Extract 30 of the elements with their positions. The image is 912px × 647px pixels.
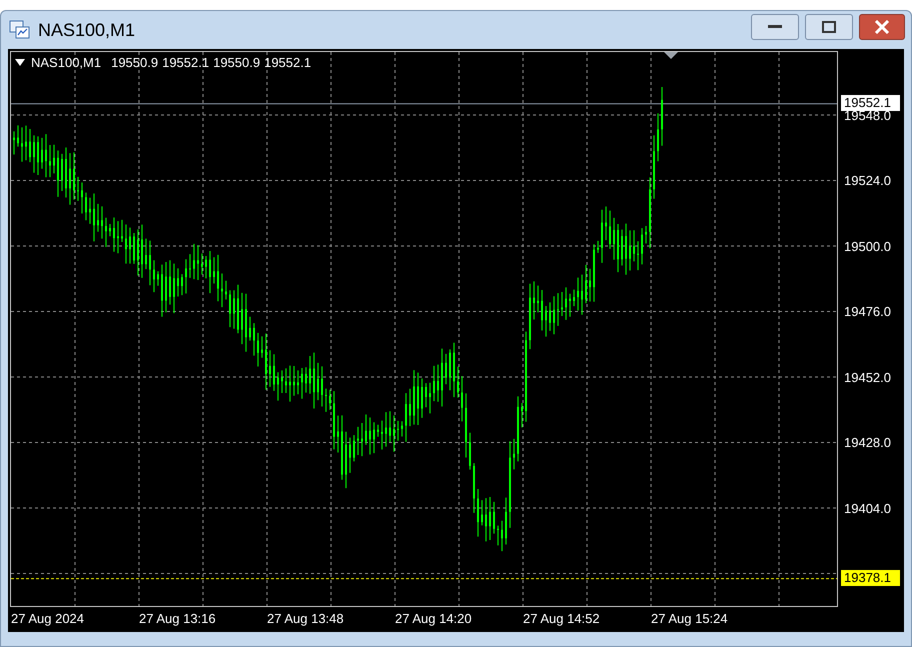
chart-shift-marker-icon (664, 52, 678, 59)
price-axis-label: 19500.0 (844, 238, 891, 255)
window-title: NAS100,M1 (38, 18, 136, 42)
price-quote: 19550.9 (111, 55, 158, 71)
close-button[interactable] (859, 14, 905, 40)
price-quote: 19552.1 (162, 55, 210, 71)
bid-price-label: 19552.1 (841, 94, 900, 111)
maximize-icon (822, 21, 836, 33)
chart-window-icon (9, 20, 31, 40)
close-icon (874, 20, 890, 34)
time-axis-label: 27 Aug 13:16 (139, 611, 216, 627)
time-axis-label: 27 Aug 13:48 (267, 611, 344, 627)
price-axis-label: 19476.0 (844, 304, 891, 320)
price-axis-label: 19452.0 (844, 370, 891, 386)
minimize-button[interactable] (751, 14, 799, 40)
price-axis-label: 19404.0 (844, 500, 891, 517)
time-axis-label: 27 Aug 14:20 (395, 611, 472, 627)
symbol-label: NAS100,M1 (31, 55, 102, 71)
price-quote: 19550.9 (213, 55, 260, 71)
time-axis-label: 27 Aug 14:52 (523, 611, 600, 627)
price-axis-label: 19524.0 (844, 173, 891, 190)
price-axis-label: 19428.0 (844, 435, 891, 452)
maximize-button[interactable] (805, 14, 853, 40)
dropdown-triangle-icon[interactable] (15, 59, 25, 67)
time-axis-label: 27 Aug 15:24 (651, 611, 728, 627)
price-quote: 19552.1 (264, 55, 312, 71)
minimize-icon (768, 25, 782, 29)
price-axis-label: 19548.0 (844, 108, 891, 124)
time-axis-label: 27 Aug 2024 (11, 611, 84, 627)
low-price-label: 19378.1 (841, 570, 900, 586)
